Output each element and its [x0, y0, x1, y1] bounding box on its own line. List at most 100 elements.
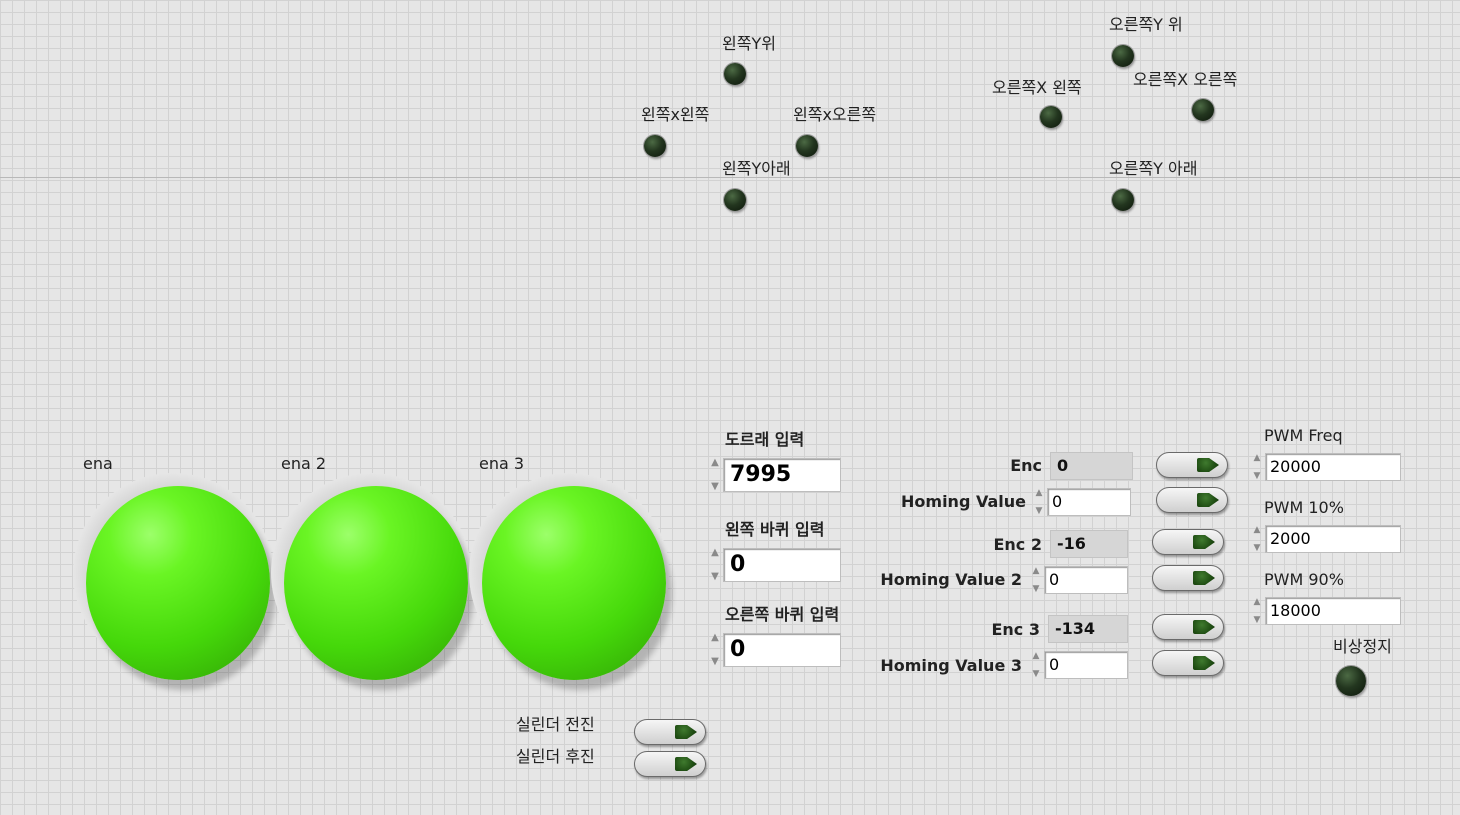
right-wheel-spinner[interactable]: ▲ ▼: [707, 633, 723, 667]
pwm-10-spinner[interactable]: ▲ ▼: [1249, 525, 1265, 553]
homing-3-button[interactable]: [1152, 650, 1224, 676]
left-x-right-led: [796, 135, 818, 157]
spin-up-icon[interactable]: ▲: [711, 633, 719, 643]
spin-up-icon[interactable]: ▲: [711, 458, 719, 468]
left-x-left-led: [644, 135, 666, 157]
left-y-down-label: 왼쪽Y아래: [722, 159, 791, 178]
pill-led-icon: [1197, 458, 1219, 472]
right-x-left-led: [1040, 106, 1062, 128]
right-wheel-input-label: 오른쪽 바퀴 입력: [725, 605, 840, 624]
right-x-right-label: 오른쪽X 오른쪽: [1133, 70, 1238, 89]
spin-up-icon[interactable]: ▲: [1033, 651, 1040, 661]
ena-2-led-frame: [271, 473, 471, 680]
pwm-90-label: PWM 90%: [1264, 570, 1344, 589]
homing-1-input[interactable]: 0: [1047, 488, 1131, 516]
homing-2-label: Homing Value 2: [880, 570, 1022, 589]
pill-led-icon: [675, 757, 697, 771]
ena-3-label: ena 3: [479, 454, 525, 473]
right-x-left-label: 오른쪽X 왼쪽: [992, 78, 1082, 97]
drum-spinner[interactable]: ▲ ▼: [707, 458, 723, 492]
left-y-up-led: [724, 63, 746, 85]
homing-1-button[interactable]: [1156, 487, 1228, 513]
homing-2-control: ▲ ▼ 0: [1028, 566, 1128, 594]
pill-led-icon: [1197, 493, 1219, 507]
ena-led: [86, 486, 270, 680]
pwm-freq-control: ▲ ▼ 20000: [1249, 453, 1401, 481]
homing-2-input[interactable]: 0: [1044, 566, 1128, 594]
pwm-10-control: ▲ ▼ 2000: [1249, 525, 1401, 553]
cylinder-backward-label: 실린더 후진: [516, 747, 595, 766]
left-x-left-label: 왼쪽x왼쪽: [641, 105, 710, 124]
cylinder-backward-button[interactable]: [634, 751, 706, 777]
enc-1-label: Enc: [1010, 456, 1042, 475]
left-y-up-label: 왼쪽Y위: [722, 34, 776, 53]
homing-1-control: ▲ ▼ 0: [1031, 488, 1131, 516]
ena-2-label: ena 2: [281, 454, 327, 473]
enc-1-value: 0: [1050, 452, 1133, 480]
spin-down-icon[interactable]: ▼: [1254, 615, 1261, 625]
spin-up-icon[interactable]: ▲: [1254, 453, 1261, 463]
homing-3-input[interactable]: 0: [1044, 651, 1128, 679]
pill-led-icon: [1193, 656, 1215, 670]
pwm-90-control: ▲ ▼ 18000: [1249, 597, 1401, 625]
enc-3-label: Enc 3: [991, 620, 1040, 639]
cylinder-forward-button[interactable]: [634, 719, 706, 745]
right-y-up-label: 오른쪽Y 위: [1109, 15, 1183, 34]
ena-led-frame: [73, 473, 273, 680]
cylinder-forward-label: 실린더 전진: [516, 715, 595, 734]
drum-input-control: ▲ ▼ 7995: [707, 458, 841, 492]
pwm-freq-label: PWM Freq: [1264, 426, 1343, 445]
enc-2-button[interactable]: [1152, 529, 1224, 555]
left-wheel-input[interactable]: 0: [723, 548, 841, 582]
left-wheel-input-control: ▲ ▼ 0: [707, 548, 841, 582]
pwm-90-input[interactable]: 18000: [1265, 597, 1401, 625]
homing-2-spinner[interactable]: ▲ ▼: [1028, 566, 1044, 594]
spin-down-icon[interactable]: ▼: [711, 482, 719, 492]
spin-down-icon[interactable]: ▼: [1033, 584, 1040, 594]
ena-3-led: [482, 486, 666, 680]
spin-down-icon[interactable]: ▼: [1033, 669, 1040, 679]
right-y-down-label: 오른쪽Y 아래: [1109, 159, 1198, 178]
enc-2-value: -16: [1050, 530, 1128, 558]
spin-down-icon[interactable]: ▼: [711, 572, 719, 582]
right-y-up-led: [1112, 45, 1134, 67]
pwm-freq-spinner[interactable]: ▲ ▼: [1249, 453, 1265, 481]
right-y-down-led: [1112, 189, 1134, 211]
drum-input[interactable]: 7995: [723, 458, 841, 492]
homing-1-spinner[interactable]: ▲ ▼: [1031, 488, 1047, 516]
pwm-90-spinner[interactable]: ▲ ▼: [1249, 597, 1265, 625]
right-x-right-led: [1192, 99, 1214, 121]
ena-label: ena: [83, 454, 113, 473]
spin-down-icon[interactable]: ▼: [1254, 471, 1261, 481]
pill-led-icon: [1193, 620, 1215, 634]
spin-up-icon[interactable]: ▲: [1254, 597, 1261, 607]
spin-up-icon[interactable]: ▲: [1033, 566, 1040, 576]
enc-1-button[interactable]: [1156, 452, 1228, 478]
ena-3-led-frame: [469, 473, 669, 680]
homing-3-spinner[interactable]: ▲ ▼: [1028, 651, 1044, 679]
spin-up-icon[interactable]: ▲: [1036, 488, 1043, 498]
enc-3-button[interactable]: [1152, 614, 1224, 640]
spin-down-icon[interactable]: ▼: [711, 657, 719, 667]
left-wheel-input-label: 왼쪽 바퀴 입력: [725, 520, 825, 539]
pill-led-icon: [1193, 535, 1215, 549]
pwm-freq-input[interactable]: 20000: [1265, 453, 1401, 481]
homing-3-control: ▲ ▼ 0: [1028, 651, 1128, 679]
pwm-10-label: PWM 10%: [1264, 498, 1344, 517]
estop-led: [1336, 666, 1366, 696]
homing-2-button[interactable]: [1152, 565, 1224, 591]
enc-3-value: -134: [1048, 615, 1128, 643]
left-wheel-spinner[interactable]: ▲ ▼: [707, 548, 723, 582]
right-wheel-input-control: ▲ ▼ 0: [707, 633, 841, 667]
spin-down-icon[interactable]: ▼: [1254, 543, 1261, 553]
left-x-right-label: 왼쪽x오른쪽: [793, 105, 877, 124]
right-wheel-input[interactable]: 0: [723, 633, 841, 667]
spin-up-icon[interactable]: ▲: [711, 548, 719, 558]
left-y-down-led: [724, 189, 746, 211]
pwm-10-input[interactable]: 2000: [1265, 525, 1401, 553]
spin-up-icon[interactable]: ▲: [1254, 525, 1261, 535]
spin-down-icon[interactable]: ▼: [1036, 506, 1043, 516]
pill-led-icon: [1193, 571, 1215, 585]
pill-led-icon: [675, 725, 697, 739]
enc-2-label: Enc 2: [993, 535, 1042, 554]
